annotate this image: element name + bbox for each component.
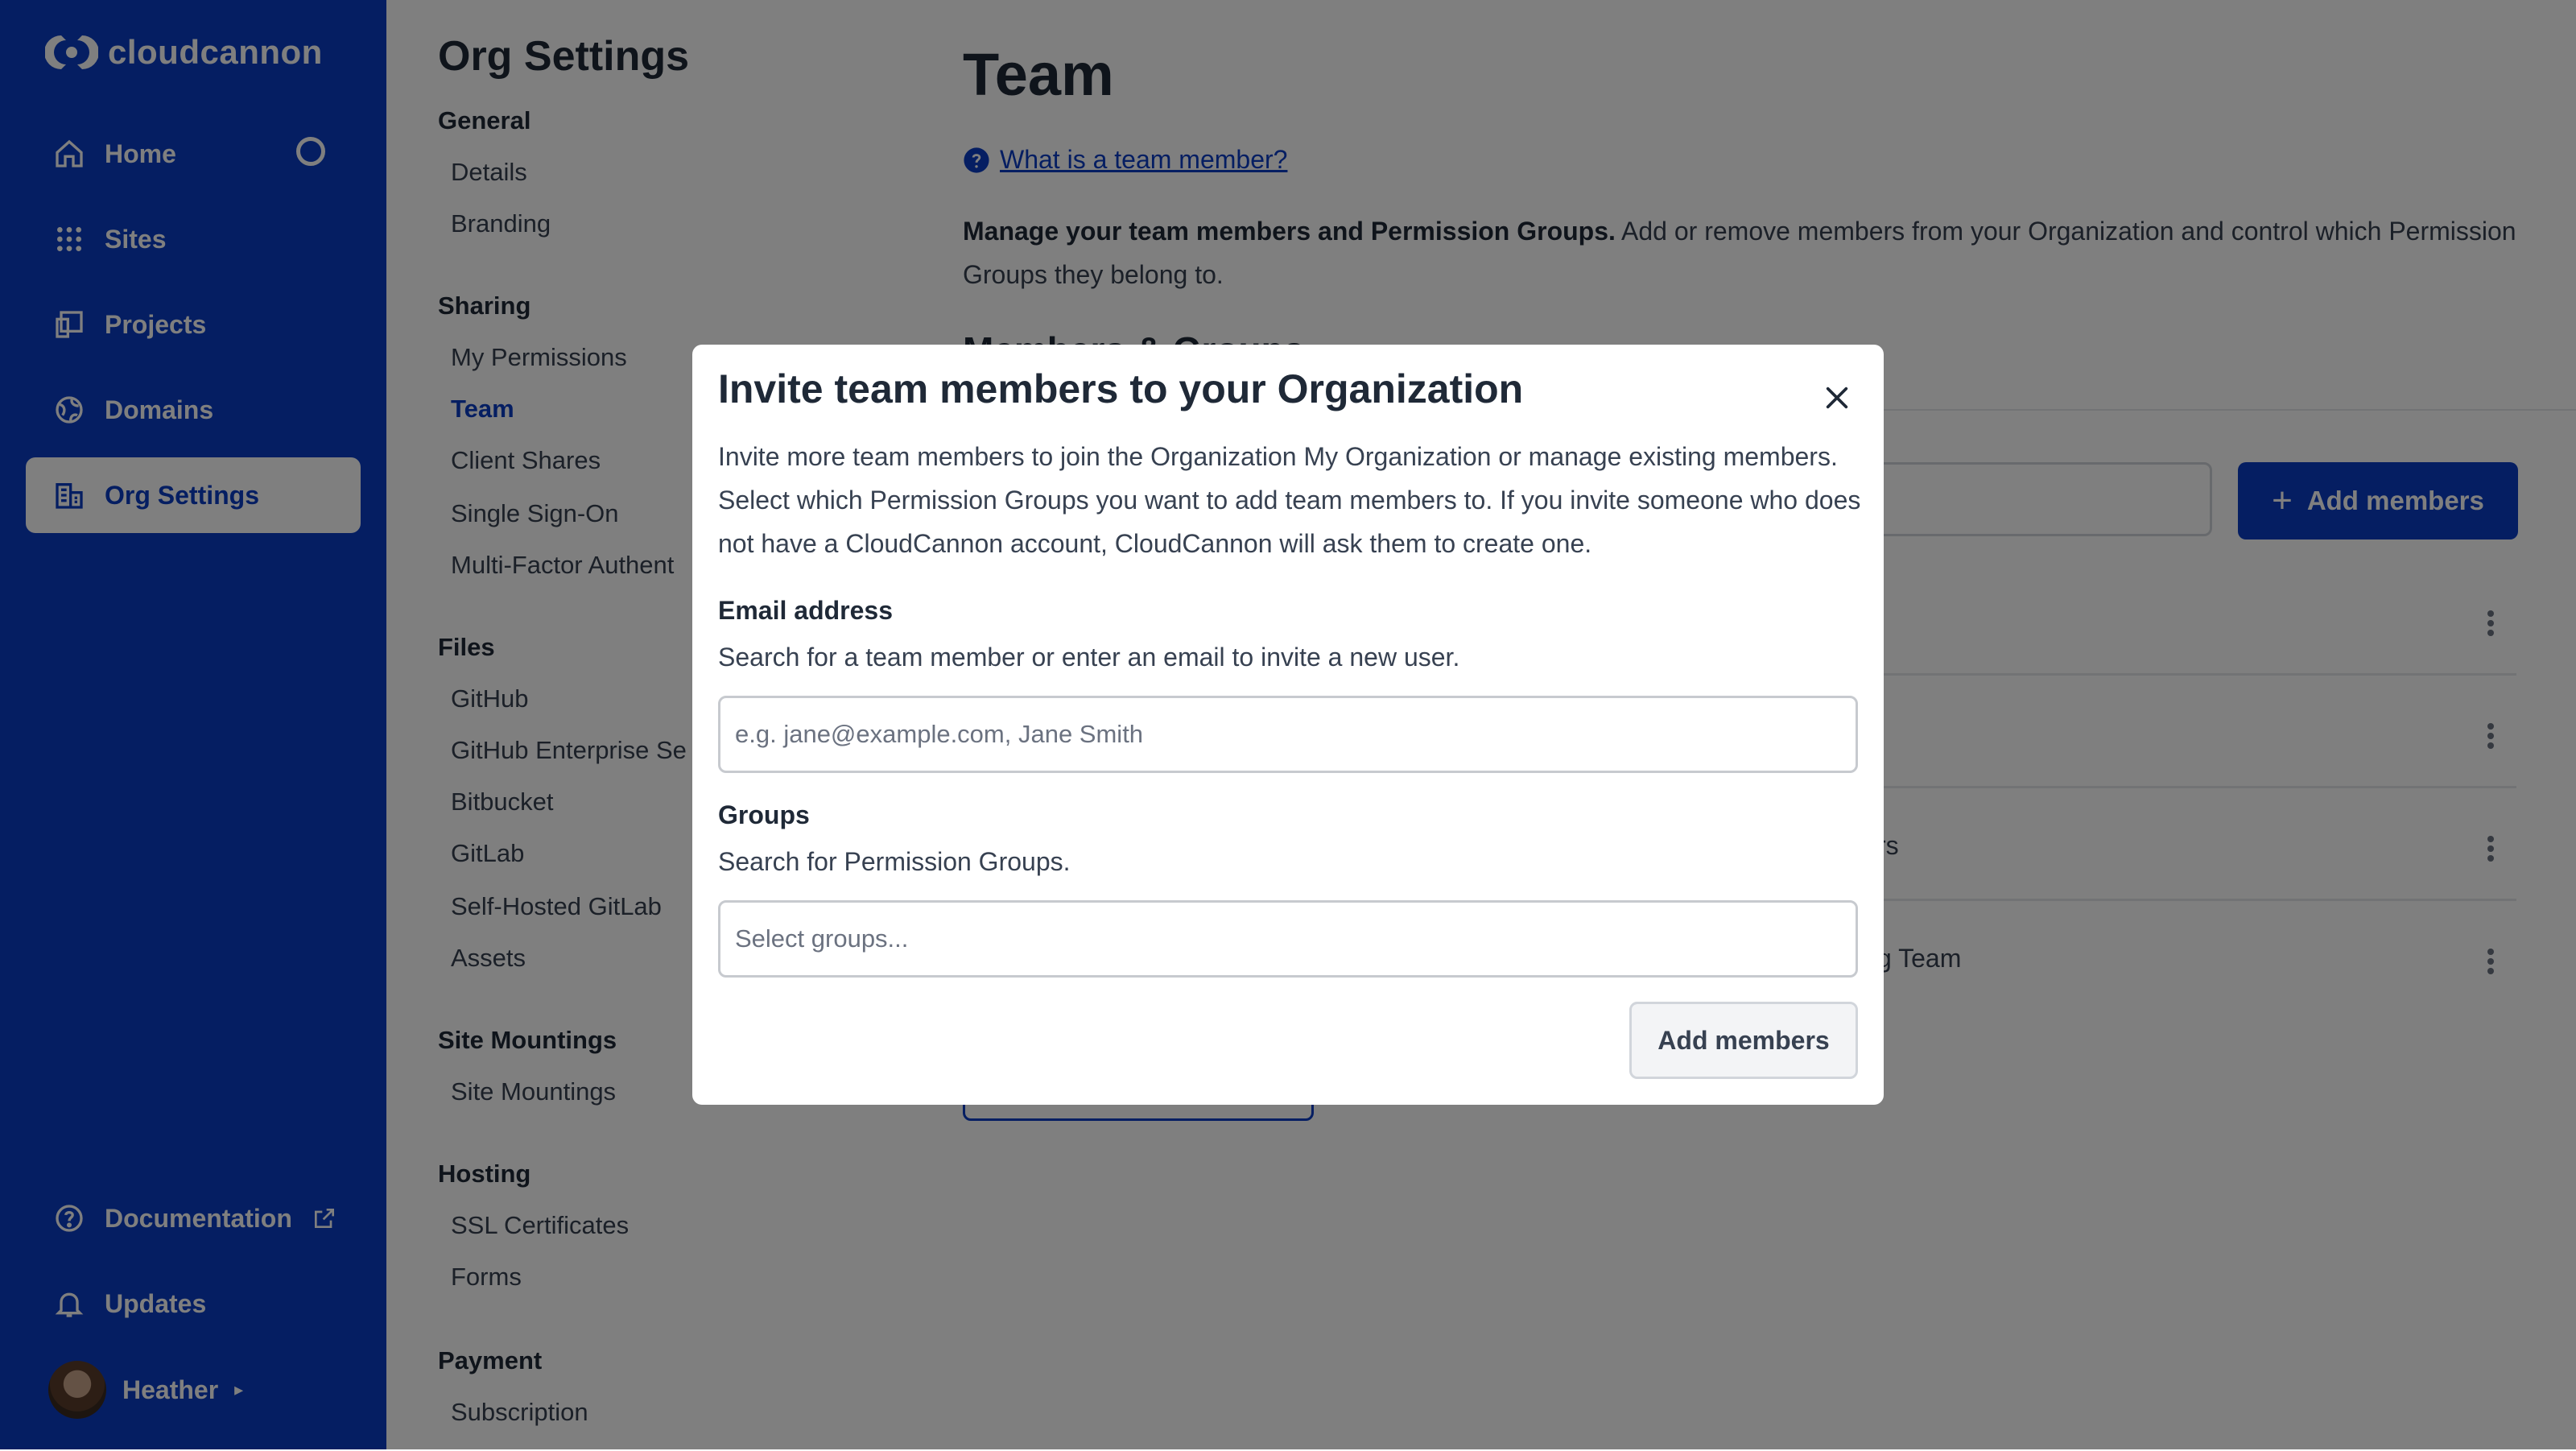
modal-title: Invite team members to your Organization	[718, 366, 1524, 411]
close-button[interactable]	[1816, 377, 1858, 419]
close-icon	[1826, 387, 1848, 409]
invite-modal: Invite team members to your Organization…	[692, 345, 1884, 1105]
modal-add-members-button[interactable]: Add members	[1629, 1002, 1858, 1079]
email-field[interactable]	[718, 696, 1858, 773]
modal-description: Invite more team members to join the Org…	[718, 442, 1861, 558]
email-help: Search for a team member or enter an ema…	[718, 643, 1460, 672]
groups-label: Groups	[718, 800, 810, 829]
email-label: Email address	[718, 596, 893, 625]
groups-select[interactable]	[718, 900, 1858, 978]
groups-help: Search for Permission Groups.	[718, 847, 1071, 876]
